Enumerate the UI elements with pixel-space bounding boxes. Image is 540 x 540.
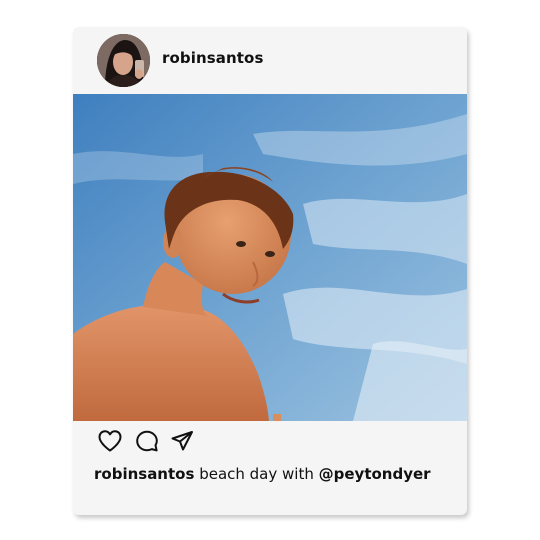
post-photo-image — [73, 94, 467, 421]
share-button[interactable] — [168, 427, 196, 455]
post-caption: robinsantos beach day with @peytondyer — [94, 465, 431, 483]
header-username[interactable]: robinsantos — [162, 49, 264, 67]
send-icon — [171, 431, 193, 451]
comment-icon — [136, 430, 158, 452]
comment-button[interactable] — [133, 427, 161, 455]
caption-mention[interactable]: @peytondyer — [319, 465, 431, 483]
caption-text: beach day with — [199, 465, 314, 483]
avatar-image — [97, 34, 150, 87]
action-bar — [73, 421, 467, 461]
caption-username[interactable]: robinsantos — [94, 465, 194, 483]
heart-icon — [98, 430, 122, 452]
post-header: robinsantos — [73, 27, 467, 94]
post-photo[interactable] — [73, 94, 467, 421]
avatar[interactable] — [97, 34, 150, 87]
like-button[interactable] — [96, 427, 124, 455]
post-card: robinsantos robinsantos beach day with @… — [73, 27, 467, 515]
